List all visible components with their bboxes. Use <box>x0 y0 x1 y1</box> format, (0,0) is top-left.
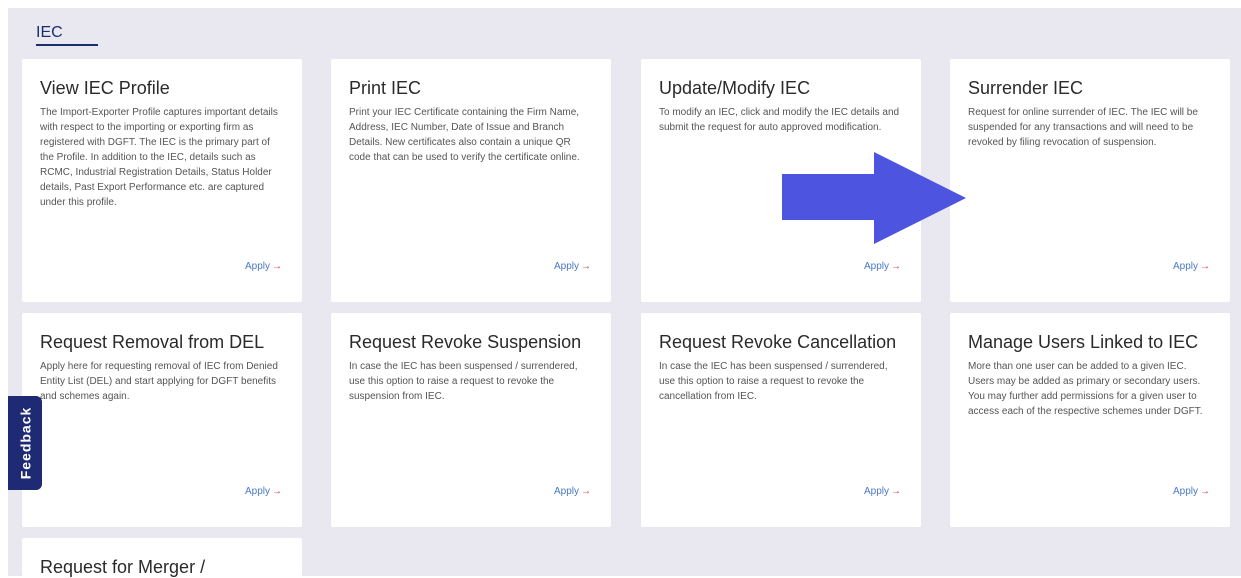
apply-link[interactable]: Apply → <box>1173 486 1210 497</box>
feedback-tab[interactable]: Feedback <box>8 396 42 490</box>
apply-label: Apply <box>553 486 579 497</box>
card-description: Request for online surrender of IEC. The… <box>968 107 1198 148</box>
card-description: The Import-Exporter Profile captures imp… <box>40 107 278 208</box>
card-title: View IEC Profile <box>40 78 170 98</box>
card-title: Request Revoke Suspension <box>349 332 582 352</box>
card-description: More than one user can be added to a giv… <box>968 361 1203 417</box>
card-view-iec-profile: View IEC Profile The Import-Exporter Pro… <box>22 59 302 302</box>
section-title: IEC <box>36 24 63 41</box>
arrow-right-icon: → <box>581 261 591 272</box>
apply-link[interactable]: Apply → <box>554 261 591 272</box>
arrow-right-icon <box>782 152 966 244</box>
card-title: Request for Merger / <box>40 557 206 577</box>
arrow-right-icon: → <box>891 261 901 272</box>
card-request-revoke-cancellation: Request Revoke Cancellation In case the … <box>641 313 921 527</box>
card-description: In case the IEC has been suspensed / sur… <box>349 361 578 402</box>
card-request-revoke-suspension: Request Revoke Suspension In case the IE… <box>331 313 611 527</box>
apply-link[interactable]: Apply → <box>864 261 901 272</box>
card-description: Print your IEC Certificate containing th… <box>349 107 580 163</box>
card-title: Surrender IEC <box>968 78 1084 98</box>
apply-label: Apply <box>1172 486 1198 497</box>
apply-label: Apply <box>244 486 270 497</box>
apply-link[interactable]: Apply → <box>245 261 282 272</box>
arrow-right-icon: → <box>891 486 901 497</box>
card-title: Print IEC <box>349 78 422 98</box>
apply-link[interactable]: Apply → <box>554 486 591 497</box>
arrow-right-icon: → <box>272 486 282 497</box>
card-print-iec: Print IEC Print your IEC Certificate con… <box>331 59 611 302</box>
card-surrender-iec: Surrender IEC Request for online surrend… <box>950 59 1230 302</box>
arrow-right-icon: → <box>1200 261 1210 272</box>
card-description: Apply here for requesting removal of IEC… <box>40 361 278 402</box>
apply-label: Apply <box>553 261 579 272</box>
card-title: Manage Users Linked to IEC <box>968 332 1199 352</box>
apply-link[interactable]: Apply → <box>864 486 901 497</box>
card-description: In case the IEC has been suspensed / sur… <box>659 361 888 402</box>
arrow-right-icon: → <box>581 486 591 497</box>
apply-label: Apply <box>863 486 889 497</box>
apply-link[interactable]: Apply → <box>245 486 282 497</box>
arrow-right-icon: → <box>1200 486 1210 497</box>
card-manage-users-linked-to-iec: Manage Users Linked to IEC More than one… <box>950 313 1230 527</box>
arrow-right-icon: → <box>272 261 282 272</box>
card-title: Request Revoke Cancellation <box>659 332 897 352</box>
apply-label: Apply <box>1172 261 1198 272</box>
card-request-for-merger: Request for Merger / <box>22 538 302 577</box>
apply-link[interactable]: Apply → <box>1173 261 1210 272</box>
card-description: To modify an IEC, click and modify the I… <box>659 107 900 133</box>
apply-label: Apply <box>863 261 889 272</box>
card-request-removal-from-del: Request Removal from DEL Apply here for … <box>22 313 302 527</box>
card-title: Request Removal from DEL <box>40 332 265 352</box>
apply-label: Apply <box>244 261 270 272</box>
feedback-label: Feedback <box>17 406 33 480</box>
section-title-underline <box>36 44 98 46</box>
card-title: Update/Modify IEC <box>659 78 811 98</box>
